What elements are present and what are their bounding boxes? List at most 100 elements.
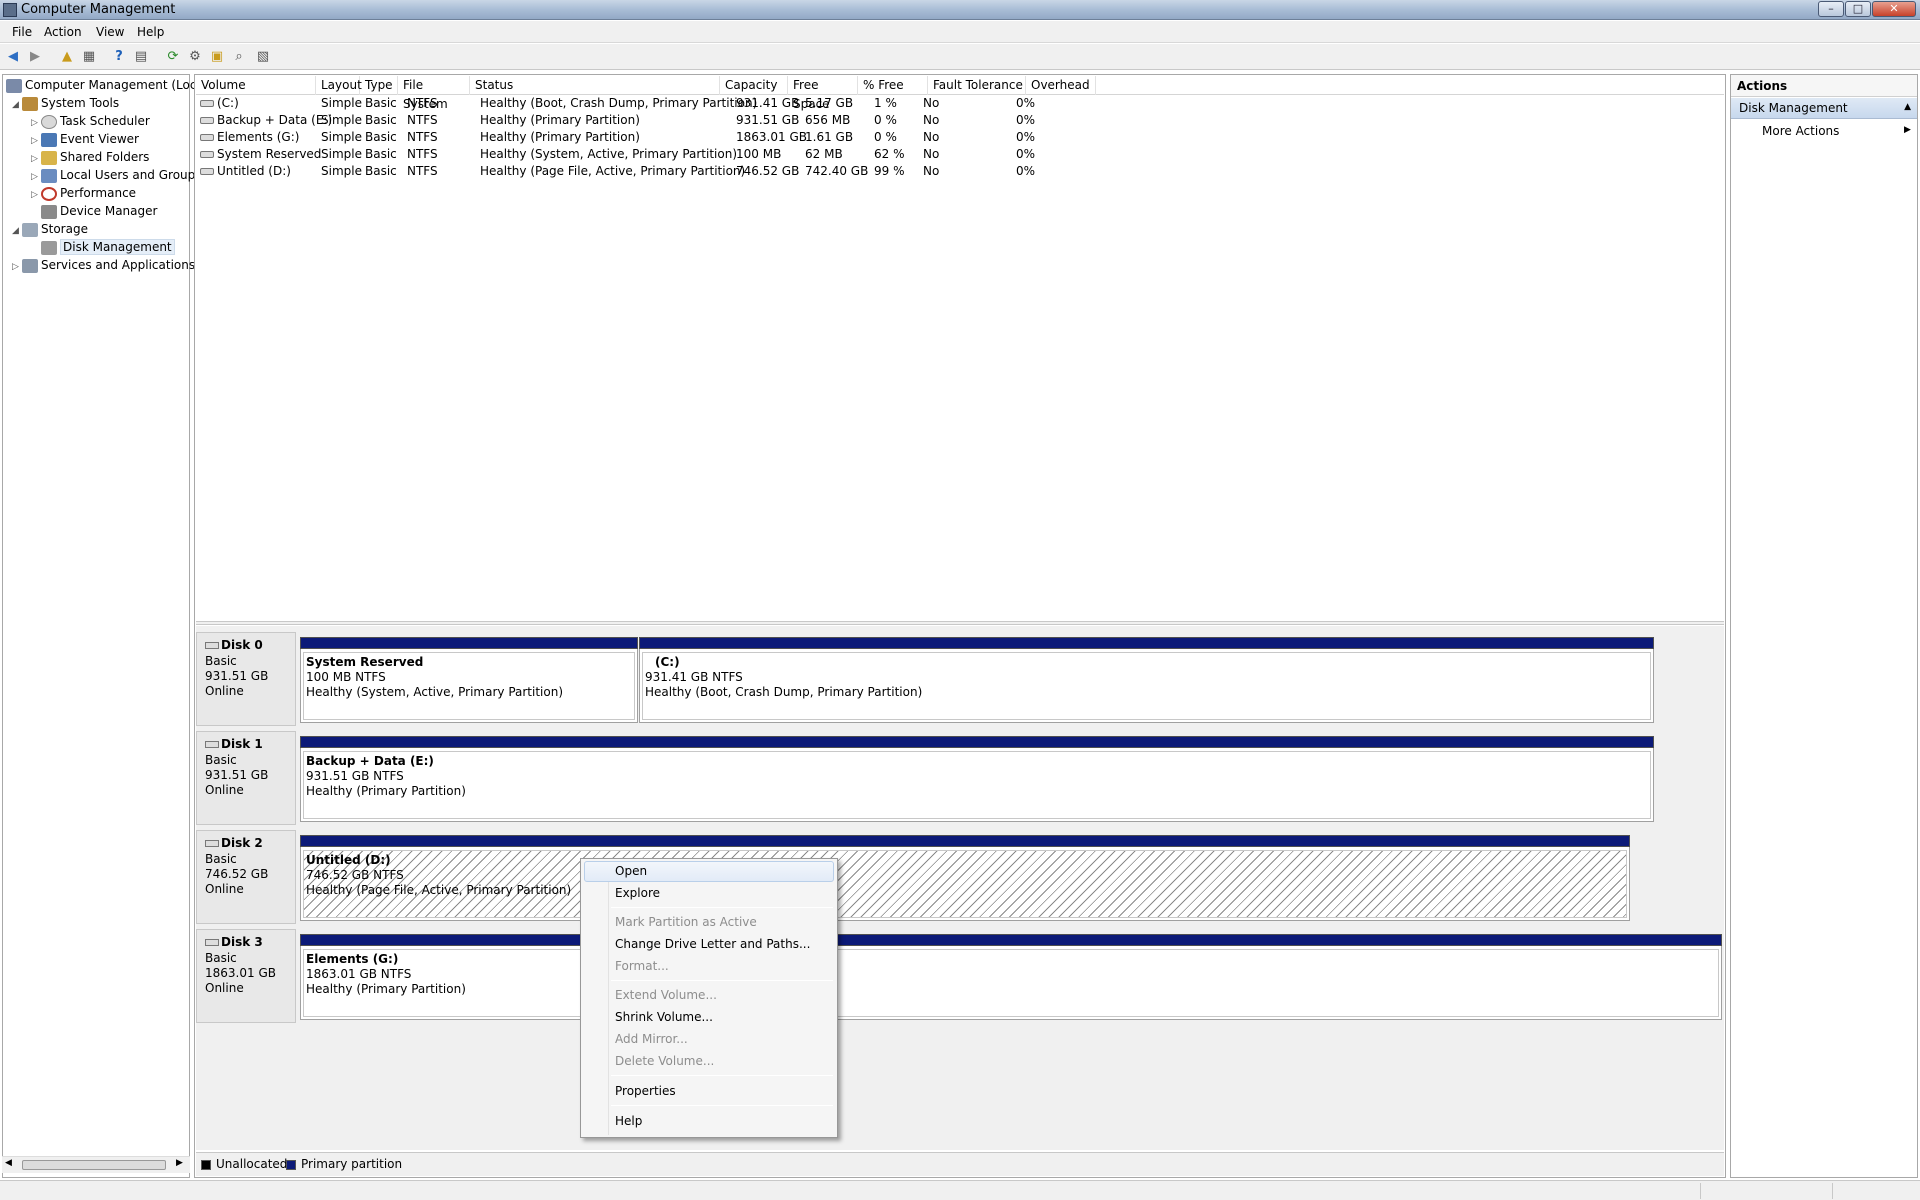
column-file-system[interactable]: File System <box>398 76 470 111</box>
minimize-button[interactable]: – <box>1818 1 1844 17</box>
partition-status: Healthy (Primary Partition) <box>306 784 466 798</box>
partition-d-selected[interactable]: Untitled (D:) 746.52 GB NTFS Healthy (Pa… <box>300 835 1630 921</box>
menu-gutter <box>608 861 609 1135</box>
tree-item-local-users-and-groups[interactable]: ▷ Local Users and Groups <box>31 166 202 184</box>
menu-help[interactable]: Help <box>137 25 164 39</box>
pane-splitter[interactable] <box>196 621 1724 625</box>
up-folder-icon[interactable]: ▲ <box>58 48 76 66</box>
volume-row[interactable]: Backup + Data (E:) Simple Basic NTFS Healthy… <box>196 112 1724 129</box>
disk-3-label[interactable]: Disk 3 Basic 1863.01 GB Online <box>196 929 296 1023</box>
partition-e[interactable]: Backup + Data (E:) 931.51 GB NTFS Health… <box>300 736 1654 822</box>
collapse-arrow-icon[interactable]: ◢ <box>12 222 22 240</box>
event-viewer-icon <box>41 132 57 147</box>
tools-icon <box>22 96 38 111</box>
expand-arrow-icon[interactable]: ▷ <box>12 258 22 276</box>
primary-partition-swatch <box>286 1160 296 1170</box>
menu-view[interactable]: View <box>96 25 124 39</box>
column-percent-free[interactable]: % Free <box>858 76 928 95</box>
menu-item-open[interactable]: Open <box>615 862 647 880</box>
disk-2-label[interactable]: Disk 2 Basic 746.52 GB Online <box>196 830 296 924</box>
menu-separator <box>611 980 833 981</box>
disk-status: Online <box>205 981 244 995</box>
expand-arrow-icon[interactable]: ▷ <box>31 186 41 204</box>
column-fault-tolerance[interactable]: Fault Tolerance <box>928 76 1026 95</box>
volume-cell: NTFS <box>407 95 438 112</box>
partition-system-reserved[interactable]: System Reserved 100 MB NTFS Healthy (Sys… <box>300 637 638 723</box>
actions-section-disk-management[interactable]: Disk Management ▲ <box>1731 98 1917 119</box>
forward-icon[interactable]: ▶ <box>26 48 44 66</box>
menu-item-change-drive-letter[interactable]: Change Drive Letter and Paths... <box>615 935 810 953</box>
volume-row[interactable]: System Reserved Simple Basic NTFS Healthy (S… <box>196 146 1724 163</box>
volume-row[interactable]: (C:) Simple Basic NTFS Healthy (Boot, Crash … <box>196 95 1724 112</box>
column-status[interactable]: Status <box>470 76 720 95</box>
volume-cell-text: NTFS <box>407 96 438 110</box>
tree-item-device-manager[interactable]: Device Manager <box>41 202 157 220</box>
tree-item-system-tools[interactable]: ◢ System Tools <box>12 94 119 112</box>
column-type[interactable]: Type <box>360 76 398 95</box>
tree-item-computer-management[interactable]: Computer Management (Local <box>6 76 207 94</box>
volume-cell-text: Healthy (Page File, Active, Primary Part… <box>480 164 746 178</box>
volume-cell: Basic <box>365 146 397 163</box>
column-overhead[interactable]: Overhead <box>1026 76 1096 95</box>
tree-item-shared-folders[interactable]: ▷ Shared Folders <box>31 148 149 166</box>
menu-item-properties[interactable]: Properties <box>615 1082 676 1100</box>
volume-cell: NTFS <box>407 163 438 180</box>
volume-cell-text: Healthy (Boot, Crash Dump, Primary Parti… <box>480 96 758 110</box>
tree-horizontal-scrollbar[interactable]: ◀ ▶ <box>2 1156 190 1173</box>
show-hide-action-pane-icon[interactable]: ▤ <box>132 48 150 66</box>
menu-item-shrink-volume[interactable]: Shrink Volume... <box>615 1008 713 1026</box>
settings-icon[interactable]: ⚙ <box>186 48 204 66</box>
volume-row[interactable]: Untitled (D:) Simple Basic NTFS Healthy (Pag… <box>196 163 1724 180</box>
disk-1-label[interactable]: Disk 1 Basic 931.51 GB Online <box>196 731 296 825</box>
scroll-left-icon[interactable]: ◀ <box>5 1158 12 1168</box>
show-hide-tree-icon[interactable]: ▦ <box>80 48 98 66</box>
scrollbar-thumb[interactable] <box>22 1160 166 1170</box>
disk-type: Basic <box>205 951 237 965</box>
menu-action[interactable]: Action <box>44 25 82 39</box>
close-button[interactable]: ✕ <box>1872 1 1916 17</box>
more-actions-link[interactable]: More Actions ▶ <box>1762 124 1912 138</box>
partition-g[interactable]: Elements (G:) 1863.01 GB NTFS Healthy (P… <box>300 934 1722 1020</box>
maximize-button[interactable]: □ <box>1845 1 1871 17</box>
disk-type: Basic <box>205 654 237 668</box>
collapse-up-icon[interactable]: ▲ <box>1904 102 1911 112</box>
volume-cell-text: No <box>923 113 940 127</box>
volume-row[interactable]: Elements (G:) Simple Basic NTFS Healthy (Pri… <box>196 129 1724 146</box>
column-volume[interactable]: Volume <box>196 76 316 95</box>
volume-icon <box>200 134 214 141</box>
column-layout[interactable]: Layout <box>316 76 362 95</box>
volume-cell-text: 0% <box>1016 147 1036 161</box>
menu-item-help[interactable]: Help <box>615 1112 642 1130</box>
tree-item-event-viewer[interactable]: ▷ Event Viewer <box>31 130 139 148</box>
menu-item-explore[interactable]: Explore <box>615 884 660 902</box>
volume-cell-text: 0% <box>1016 164 1036 178</box>
tree-item-task-scheduler[interactable]: ▷ Task Scheduler <box>31 112 150 130</box>
primary-partition-bar <box>300 934 1722 946</box>
disk-size: 931.51 GB <box>205 669 269 683</box>
partition-c[interactable]: (C:) 931.41 GB NTFS Healthy (Boot, Crash… <box>639 637 1654 723</box>
volume-cell-text: 0 % <box>874 113 897 127</box>
disk-size: 746.52 GB <box>205 867 269 881</box>
volume-cell-text: Simple <box>321 164 362 178</box>
column-capacity[interactable]: Capacity <box>720 76 788 95</box>
help-icon[interactable]: ? <box>110 48 128 66</box>
partition-size: 931.51 GB NTFS <box>306 769 404 783</box>
tree-item-storage[interactable]: ◢ Storage <box>12 220 88 238</box>
volume-cell-text: 746.52 GB <box>736 164 800 178</box>
services-icon <box>22 258 38 273</box>
search-icon[interactable]: ⌕ <box>230 48 248 66</box>
refresh-icon[interactable]: ⟳ <box>164 48 182 66</box>
tree-item-performance[interactable]: ▷ Performance <box>31 184 136 202</box>
tree-item-services-and-applications[interactable]: ▷ Services and Applications <box>12 256 195 274</box>
collapse-arrow-icon[interactable]: ◢ <box>12 96 22 114</box>
tree-item-disk-management[interactable]: Disk Management <box>41 238 175 256</box>
back-icon[interactable]: ◀ <box>4 48 22 66</box>
disk-0-label[interactable]: Disk 0 Basic 931.51 GB Online <box>196 632 296 726</box>
open-folder-icon[interactable]: ▣ <box>208 48 226 66</box>
menu-file[interactable]: File <box>12 25 32 39</box>
column-free-space[interactable]: Free Space <box>788 76 858 111</box>
scroll-right-icon[interactable]: ▶ <box>176 1158 183 1168</box>
volume-cell: 62 MB <box>805 146 843 163</box>
partition-body <box>303 751 1651 819</box>
properties-icon[interactable]: ▧ <box>254 48 272 66</box>
